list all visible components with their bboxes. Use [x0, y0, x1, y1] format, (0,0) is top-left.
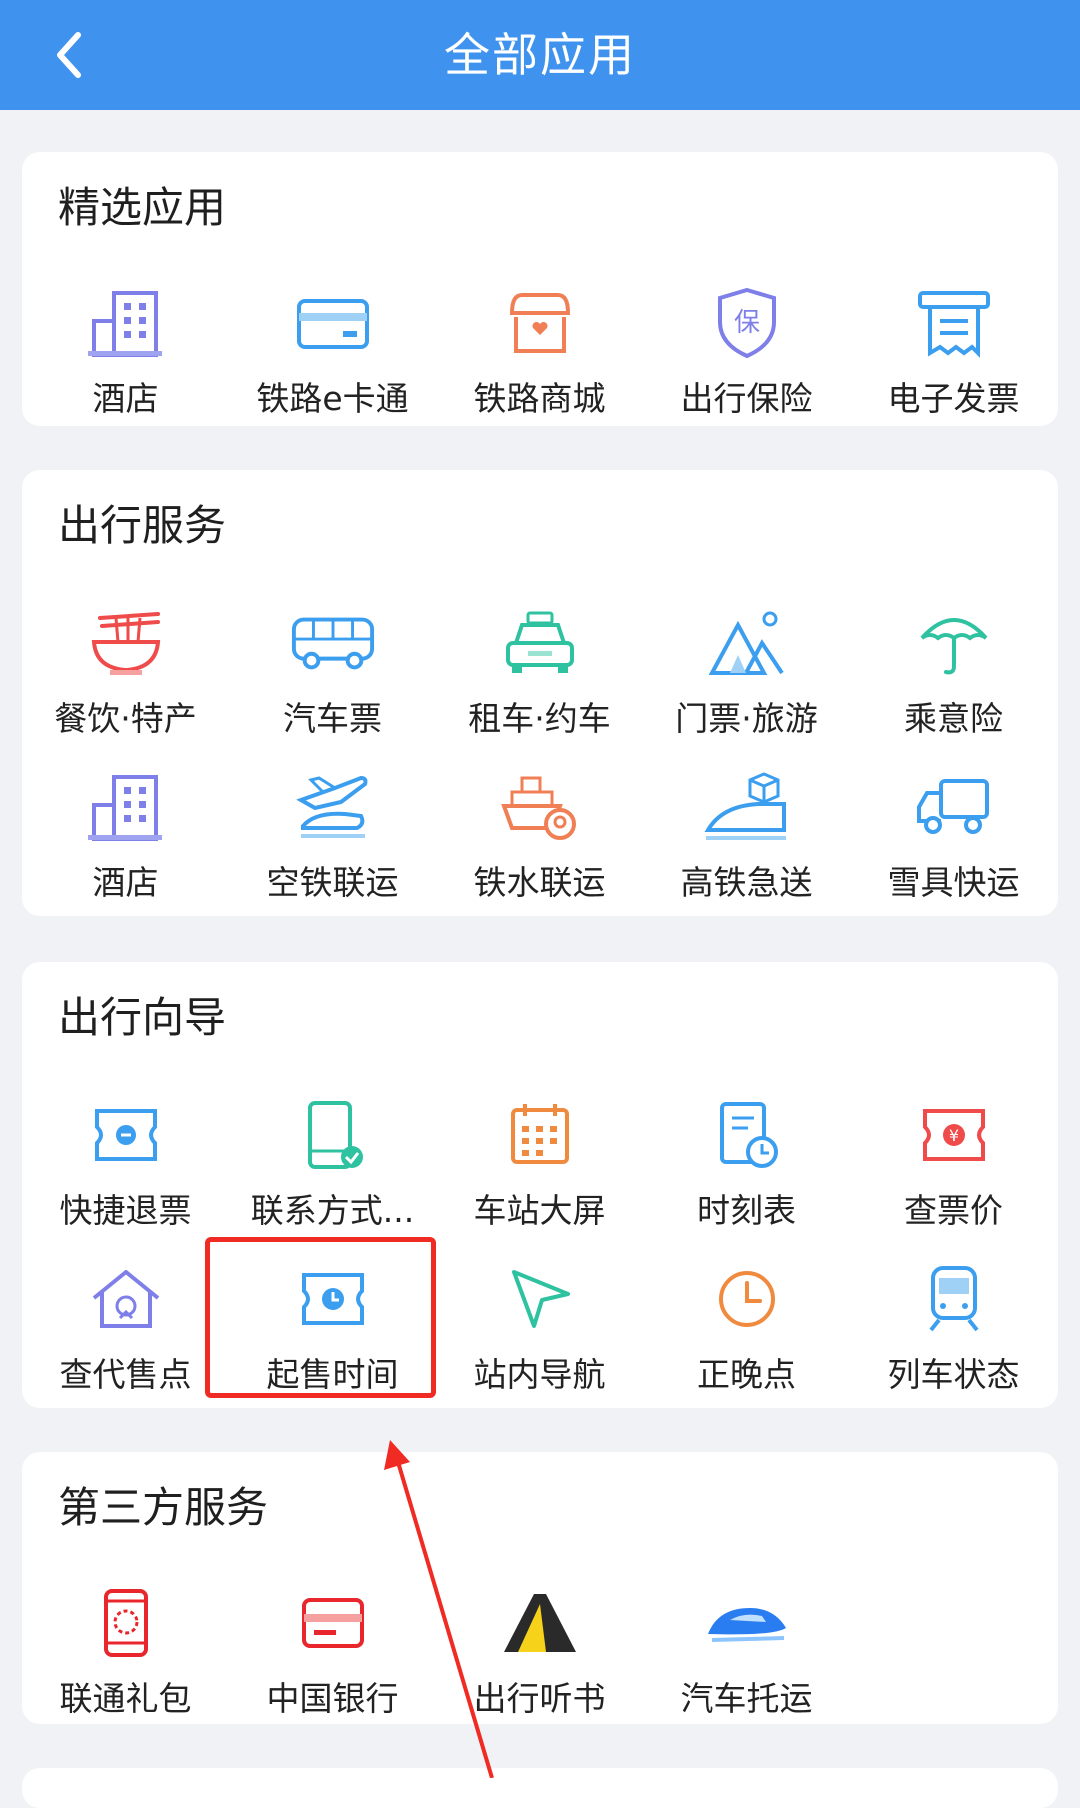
annotation-arrow-icon: [384, 1440, 494, 1778]
